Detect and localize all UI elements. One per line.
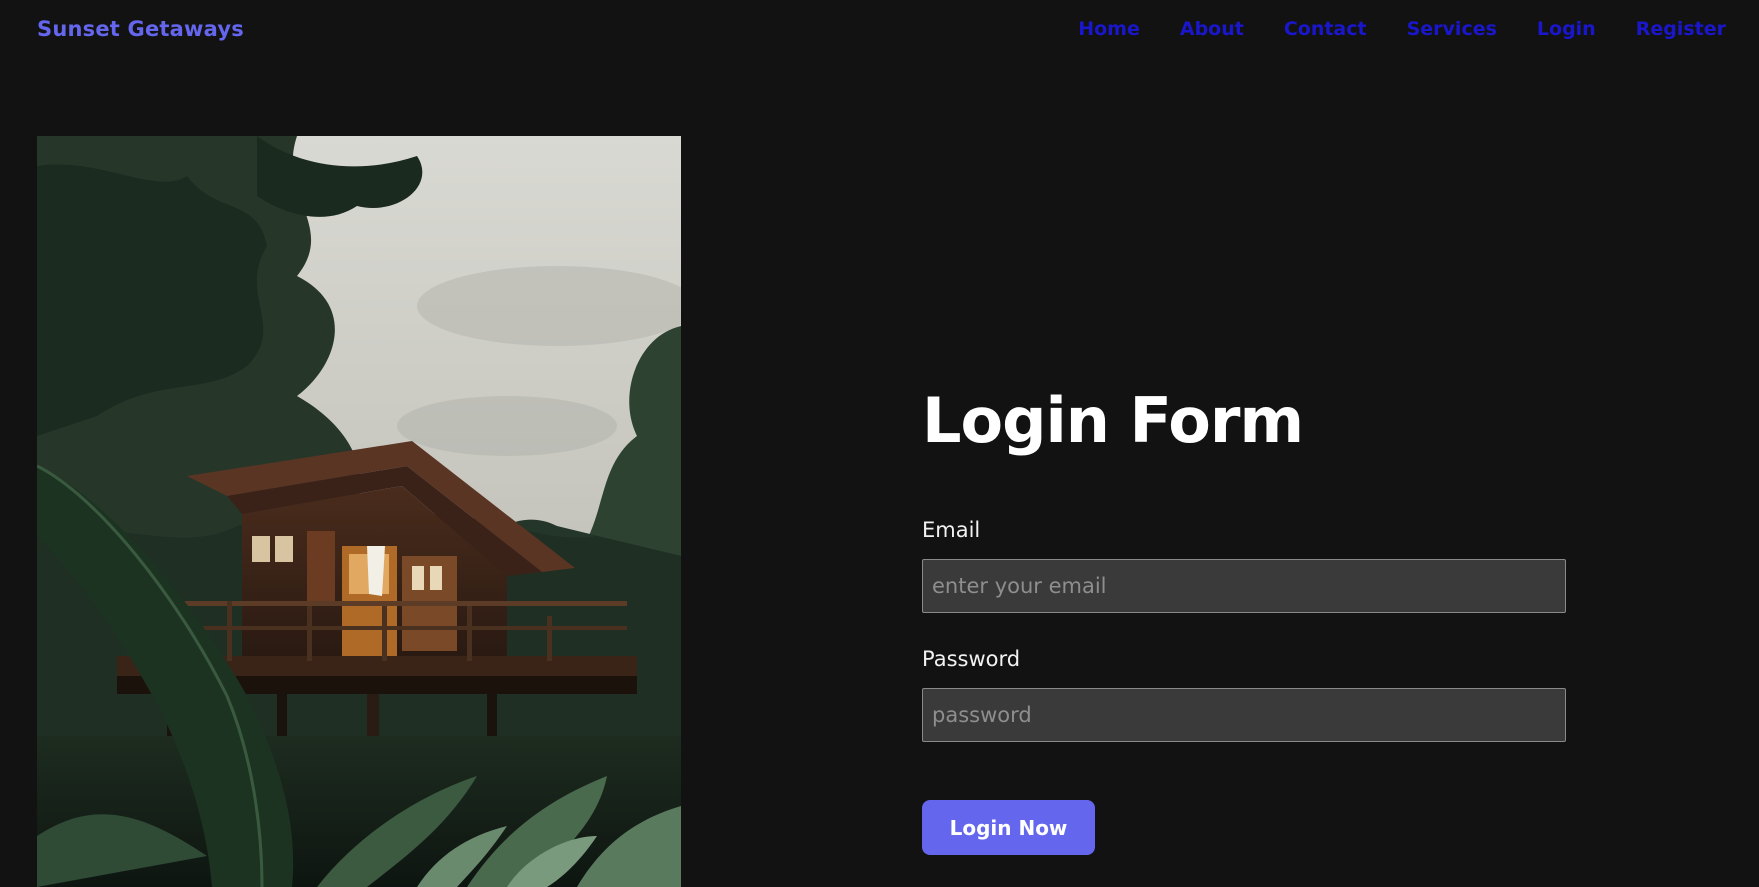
nav-link-about[interactable]: About <box>1180 18 1244 40</box>
nav-link-services[interactable]: Services <box>1407 18 1497 40</box>
nav-link-register[interactable]: Register <box>1636 18 1726 40</box>
form-title: Login Form <box>922 384 1304 457</box>
email-label: Email <box>922 518 981 542</box>
navbar: Sunset Getaways Home About Contact Servi… <box>0 0 1759 62</box>
nav-link-login[interactable]: Login <box>1537 18 1596 40</box>
email-input[interactable] <box>922 559 1566 613</box>
login-form: Login Form Email Password Login Now <box>922 384 1566 855</box>
brand-logo-link[interactable]: Sunset Getaways <box>37 17 244 41</box>
nav-link-contact[interactable]: Contact <box>1284 18 1367 40</box>
nav-links: Home About Contact Services Login Regist… <box>1078 18 1726 40</box>
login-now-button[interactable]: Login Now <box>922 800 1095 855</box>
treehouse-photo <box>37 136 681 887</box>
password-input[interactable] <box>922 688 1566 742</box>
nav-link-home[interactable]: Home <box>1078 18 1140 40</box>
password-label: Password <box>922 647 1021 671</box>
